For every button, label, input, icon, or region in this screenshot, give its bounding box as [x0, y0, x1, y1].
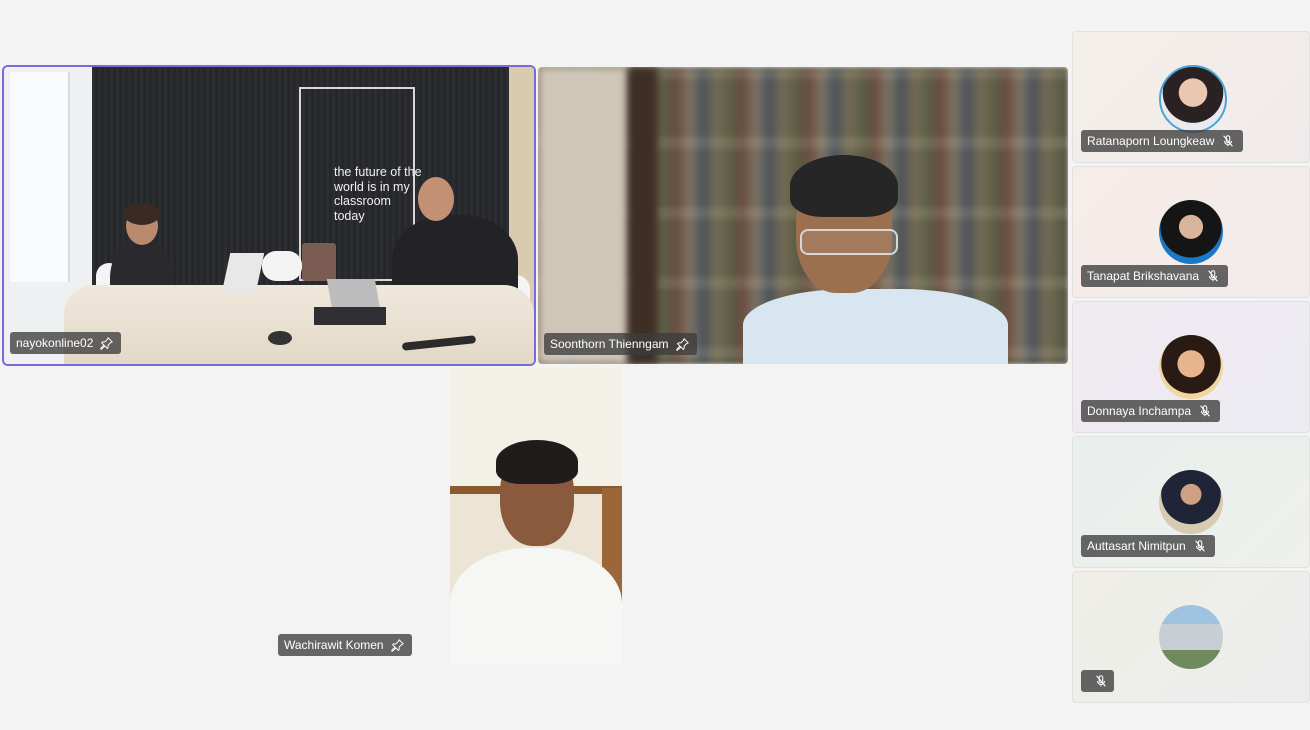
conference-device [314, 307, 386, 325]
participant-name: Auttasart Nimitpun [1087, 539, 1186, 553]
avatar [1159, 605, 1223, 669]
participant-hair [496, 440, 578, 484]
avatar [1159, 200, 1223, 264]
roster-tile[interactable]: Tanapat Brikshavana [1072, 166, 1310, 298]
mic-off-icon [1221, 134, 1235, 148]
participant-label: Wachirawit Komen [278, 634, 412, 656]
participant-shirt [743, 289, 1008, 364]
video-tile-nayokonline02[interactable]: the future of the world is in my classro… [2, 65, 536, 366]
mic-off-icon [1206, 269, 1220, 283]
video-tile-soonthorn[interactable]: Soonthorn Thienngam [538, 67, 1068, 364]
participant-head [418, 177, 454, 221]
roster-tile[interactable] [1072, 571, 1310, 703]
participant-hair [124, 203, 160, 225]
mic-off-icon [1198, 404, 1212, 418]
pin-icon[interactable] [100, 336, 114, 350]
participant-label: Tanapat Brikshavana [1081, 265, 1229, 287]
pin-icon[interactable] [675, 337, 689, 351]
avatar [1159, 65, 1227, 133]
speakerphone [268, 331, 292, 345]
participant-label: nayokonline02 [10, 332, 122, 354]
participant-name: Ratanaporn Loungkeaw [1087, 134, 1215, 148]
bag [302, 243, 336, 281]
roster-tile[interactable]: Donnaya Inchampa [1072, 301, 1310, 433]
participant-label [1081, 670, 1114, 692]
video-tile-wachirawit[interactable] [450, 368, 622, 665]
participant-label: Ratanaporn Loungkeaw [1081, 130, 1244, 152]
mic-off-icon [1193, 539, 1207, 553]
chair [262, 251, 302, 281]
avatar [1159, 335, 1223, 399]
roster-tile[interactable]: Auttasart Nimitpun [1072, 436, 1310, 568]
participant-shirt [450, 548, 622, 665]
mic-off-icon [1094, 674, 1108, 688]
pin-icon[interactable] [390, 638, 404, 652]
roster-tile[interactable]: Ratanaporn Loungkeaw [1072, 31, 1310, 163]
conference-table [64, 285, 534, 364]
participant-label: Soonthorn Thienngam [544, 333, 697, 355]
participant-name: nayokonline02 [16, 336, 94, 350]
participant-name: Donnaya Inchampa [1087, 404, 1192, 418]
room-window [10, 72, 70, 282]
participant-label: Auttasart Nimitpun [1081, 535, 1215, 557]
participant-hair [790, 155, 898, 217]
participant-label: Donnaya Inchampa [1081, 400, 1221, 422]
avatar [1159, 470, 1223, 534]
meeting-stage: the future of the world is in my classro… [0, 0, 1310, 730]
poster-text: the future of the world is in my classro… [334, 165, 422, 223]
glasses [800, 229, 898, 255]
blur-wall [538, 67, 628, 364]
blur-frame [628, 67, 658, 364]
participant-name: Wachirawit Komen [284, 638, 384, 652]
participant-name: Tanapat Brikshavana [1087, 269, 1200, 283]
participant-name: Soonthorn Thienngam [550, 337, 669, 351]
